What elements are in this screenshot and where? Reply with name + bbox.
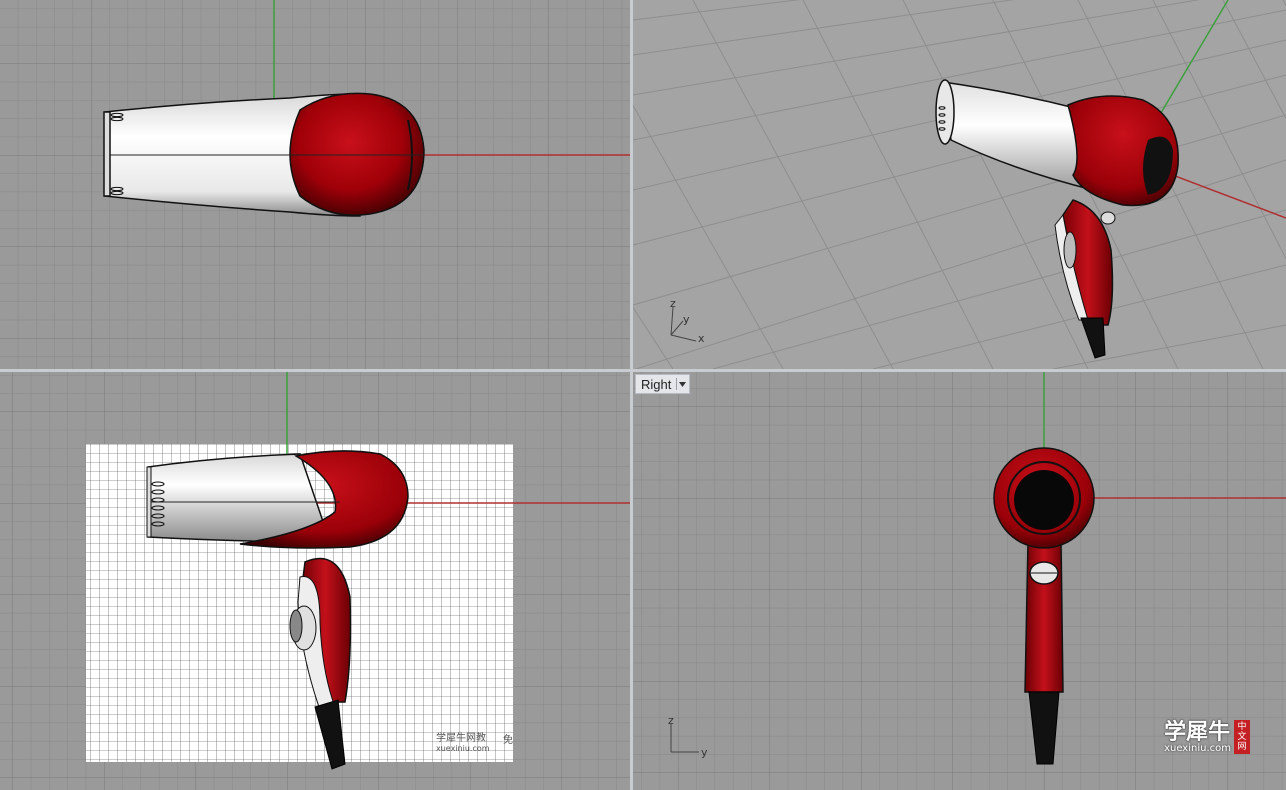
front-view-canvas — [0, 372, 630, 790]
svg-text:y: y — [683, 313, 690, 326]
viewport-title-dropdown[interactable]: Right — [635, 374, 691, 394]
reference-watermark: 学犀牛网教 xuexiniu.com — [436, 733, 490, 754]
perspective-view-canvas — [633, 0, 1286, 369]
chevron-down-icon[interactable] — [676, 378, 688, 390]
svg-text:y: y — [701, 746, 708, 759]
viewport-perspective[interactable]: z y x — [633, 0, 1286, 369]
hair-dryer-top-model — [103, 92, 425, 217]
viewport-right[interactable]: Right z y 学犀牛 xuexiniu.com 中文网 — [633, 372, 1286, 790]
top-view-canvas — [0, 0, 630, 369]
axis-gizmo-icon: z y — [668, 714, 708, 759]
svg-text:z: z — [670, 297, 676, 310]
watermark-badge: 中文网 — [1234, 720, 1250, 754]
viewport-top[interactable] — [0, 0, 630, 369]
viewport-title: Right — [641, 376, 672, 392]
viewport-front[interactable]: 学犀牛网教 xuexiniu.com 免 — [0, 372, 630, 790]
site-watermark: 学犀牛 xuexiniu.com 中文网 — [1164, 720, 1250, 754]
svg-text:x: x — [698, 332, 705, 345]
axis-gizmo-icon: z y x — [670, 297, 705, 345]
svg-text:z: z — [668, 714, 674, 727]
reference-watermark-cut: 免 — [503, 735, 513, 746]
